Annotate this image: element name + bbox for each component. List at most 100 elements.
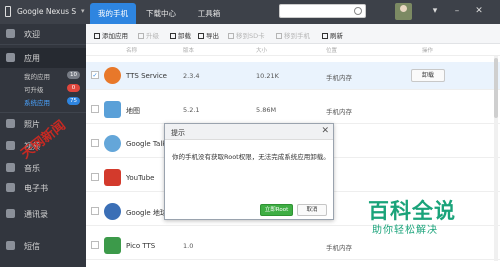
- root-warning-dialog: 提示 ✕ 你的手机没有获取Root权限，无法完成系统应用卸载。 立即Root 取…: [164, 123, 334, 220]
- device-name[interactable]: Google Nexus S: [17, 7, 76, 16]
- sidebar-sub-system-apps[interactable]: 系统应用 75: [0, 95, 86, 107]
- uninstall-row-button[interactable]: 卸载: [411, 69, 445, 82]
- export-icon: [198, 33, 204, 39]
- youtube-app-icon: [104, 169, 121, 186]
- button-label: 移到SD卡: [236, 32, 265, 40]
- sidebar-item-music[interactable]: 音乐: [0, 158, 86, 178]
- tts-app-icon: [104, 67, 121, 84]
- minimize-icon[interactable]: –: [450, 4, 464, 18]
- app-name: 地图: [126, 107, 140, 115]
- search-icon[interactable]: [354, 7, 362, 15]
- table-row[interactable]: Pico TTS 1.0 手机内存: [86, 232, 500, 260]
- dialog-title: 提示: [171, 129, 185, 137]
- pico-tts-app-icon: [104, 237, 121, 254]
- trash-icon: [170, 33, 176, 39]
- count-badge: 10: [67, 71, 80, 79]
- refresh-icon: [322, 33, 328, 39]
- scrollbar-thumb[interactable]: [494, 58, 498, 118]
- row-checkbox[interactable]: [91, 207, 99, 215]
- sidebar-item-ebooks[interactable]: 电子书: [0, 178, 86, 198]
- talk-app-icon: [104, 135, 121, 152]
- uninstall-button[interactable]: 卸载: [170, 30, 191, 40]
- row-checkbox[interactable]: [91, 105, 99, 113]
- app-location: 手机内存: [326, 74, 352, 82]
- close-icon[interactable]: ✕: [321, 126, 329, 136]
- column-header-location[interactable]: 位置: [326, 46, 337, 54]
- toolbar: 添加应用 升级 卸载 导出 移到SD卡 移到手机 刷新: [86, 24, 500, 44]
- sidebar-item-label: 电子书: [24, 184, 48, 193]
- add-app-button[interactable]: 添加应用: [94, 30, 128, 40]
- row-checkbox[interactable]: ✓: [91, 71, 99, 79]
- top-bar: Google Nexus S ▾ 我的手机 下载中心 工具箱 ▾ – ✕: [0, 0, 500, 24]
- dialog-header: 提示 ✕: [165, 124, 333, 140]
- button-label: 导出: [206, 32, 219, 40]
- watermark-tagline: 助你轻松解决: [372, 225, 438, 236]
- tab-my-phone[interactable]: 我的手机: [90, 3, 136, 24]
- app-location: 手机内存: [326, 244, 352, 252]
- sidebar-item-label: 通讯录: [24, 210, 48, 219]
- close-icon[interactable]: ✕: [472, 4, 486, 18]
- row-checkbox[interactable]: [91, 173, 99, 181]
- sidebar-item-label: 照片: [24, 120, 40, 129]
- app-version: 5.2.1: [183, 106, 200, 114]
- table-header: 名称 版本 大小 位置 操作: [86, 44, 500, 56]
- app-name: Pico TTS: [126, 242, 156, 250]
- table-row[interactable]: 地图 5.2.1 5.86M 手机内存: [86, 96, 500, 124]
- avatar[interactable]: [395, 3, 412, 20]
- tab-download-center[interactable]: 下载中心: [138, 3, 184, 24]
- sidebar-item-sms[interactable]: 短信: [0, 236, 86, 256]
- dialog-message: 你的手机没有获取Root权限，无法完成系统应用卸载。: [172, 153, 330, 161]
- sidebar-sub-label: 系统应用: [24, 99, 50, 107]
- photo-icon: [6, 119, 15, 128]
- app-name: Google 地球: [126, 209, 167, 217]
- search-input[interactable]: [283, 6, 351, 16]
- app-size: 5.86M: [256, 106, 277, 114]
- row-checkbox[interactable]: [91, 241, 99, 249]
- export-button[interactable]: 导出: [198, 30, 219, 40]
- button-label: 添加应用: [102, 32, 128, 40]
- plus-icon: [94, 33, 100, 39]
- upgrade-button[interactable]: 升级: [138, 30, 159, 40]
- sidebar-sub-label: 可升级: [24, 86, 44, 94]
- cancel-button[interactable]: 取消: [297, 204, 327, 216]
- earth-app-icon: [104, 203, 121, 220]
- app-size: 10.21K: [256, 72, 279, 80]
- app-name: YouTube: [126, 174, 155, 182]
- column-header-name[interactable]: 名称: [126, 46, 137, 54]
- menu-icon[interactable]: ▾: [428, 4, 442, 18]
- sidebar-item-label: 短信: [24, 242, 40, 251]
- sms-icon: [6, 241, 15, 250]
- root-now-button[interactable]: 立即Root: [260, 204, 293, 216]
- refresh-button[interactable]: 刷新: [322, 30, 343, 40]
- sidebar-sub-label: 我的应用: [24, 73, 50, 81]
- app-location: 手机内存: [326, 108, 352, 116]
- sidebar-divider: [0, 112, 86, 113]
- chevron-down-icon[interactable]: ▾: [81, 7, 85, 15]
- tab-toolbox[interactable]: 工具箱: [186, 3, 232, 24]
- column-header-size[interactable]: 大小: [256, 46, 267, 54]
- table-row[interactable]: ✓ TTS Service 2.3.4 10.21K 手机内存 卸载: [86, 62, 500, 90]
- sidebar-sub-my-apps[interactable]: 我的应用 10: [0, 69, 86, 81]
- sidebar-item-welcome[interactable]: 欢迎: [0, 24, 86, 44]
- column-header-version[interactable]: 版本: [183, 46, 194, 54]
- move-to-phone-button[interactable]: 移到手机: [276, 30, 310, 40]
- phone-icon: [5, 6, 11, 17]
- count-badge: 0: [67, 84, 80, 92]
- count-badge: 75: [67, 97, 80, 105]
- book-icon: [6, 183, 15, 192]
- sidebar-sub-upgradable[interactable]: 可升级 0: [0, 82, 86, 94]
- sidebar-item-contacts[interactable]: 通讯录: [0, 204, 86, 224]
- app-name: TTS Service: [126, 72, 167, 80]
- app-version: 2.3.4: [183, 72, 200, 80]
- upgrade-icon: [138, 33, 144, 39]
- scrollbar[interactable]: [494, 56, 498, 261]
- app-version: 1.0: [183, 242, 194, 250]
- sidebar-item-label: 音乐: [24, 164, 40, 173]
- row-checkbox[interactable]: [91, 139, 99, 147]
- button-label: 卸载: [178, 32, 191, 40]
- move-to-sd-button[interactable]: 移到SD卡: [228, 30, 265, 40]
- home-icon: [6, 29, 15, 38]
- sidebar-item-label: 欢迎: [24, 30, 40, 39]
- video-icon: [6, 141, 15, 150]
- sidebar-item-apps[interactable]: 应用: [0, 48, 86, 68]
